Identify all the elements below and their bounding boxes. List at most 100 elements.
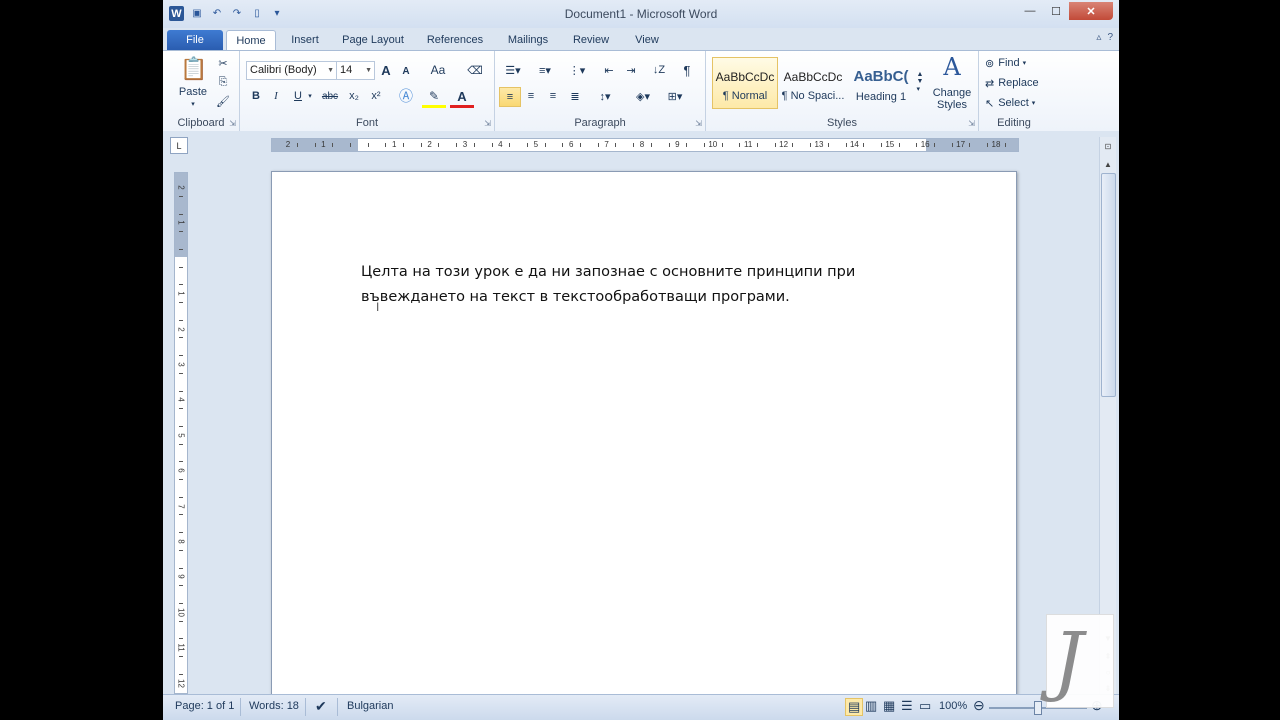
- ruler-number: 2: [285, 140, 291, 149]
- numbering-icon[interactable]: ≡▾: [531, 61, 559, 79]
- subscript-button[interactable]: x₂: [344, 87, 364, 105]
- document-page[interactable]: Целта на този урок е да ни запознае с ос…: [271, 171, 1017, 713]
- ruler-tick: [951, 143, 953, 147]
- tab-selector-icon[interactable]: L: [170, 137, 188, 154]
- strikethrough-button[interactable]: abc: [318, 87, 342, 105]
- styles-scroll-icon[interactable]: ▲ ▼ ▾: [914, 57, 926, 107]
- status-bar: Page: 1 of 1 Words: 18 ✔ Bulgarian ▤ ▥ ▦…: [163, 694, 1119, 720]
- clipboard-launcher-icon[interactable]: ⇲: [229, 119, 236, 128]
- tab-home[interactable]: Home: [226, 30, 276, 51]
- outline-icon[interactable]: ☰: [901, 698, 913, 714]
- tab-review[interactable]: Review: [565, 30, 617, 50]
- style-name: ¶ Normal: [722, 90, 768, 102]
- clear-formatting-icon[interactable]: ⌫: [466, 61, 484, 79]
- ribbon-home: 📋 Paste ▾ ✂ ⎘ 🖌 Clipboard ⇲ Calibri (Bod…: [163, 50, 1119, 132]
- tab-file[interactable]: File: [167, 30, 223, 50]
- vertical-ruler[interactable]: 2 1 1 2 3 4 5 6 7 8 9 10 11 12: [174, 172, 188, 694]
- scroll-up-icon[interactable]: ▲: [1101, 157, 1115, 171]
- shading-icon[interactable]: ◈▾: [629, 87, 657, 105]
- grow-font-button[interactable]: A: [378, 61, 394, 79]
- vruler-tick: [179, 337, 183, 339]
- minimize-ribbon-icon[interactable]: ▵: [1096, 32, 1101, 43]
- decrease-indent-icon[interactable]: ⇤: [599, 61, 619, 79]
- font-family-select[interactable]: Calibri (Body) ▼: [246, 61, 337, 80]
- word-count[interactable]: Words: 18: [249, 700, 299, 712]
- sort-icon[interactable]: ↓Z: [649, 61, 669, 79]
- underline-button[interactable]: U: [290, 87, 306, 105]
- paste-button[interactable]: Paste: [173, 85, 213, 99]
- font-color-button[interactable]: A: [450, 87, 474, 108]
- web-layout-icon[interactable]: ▦: [883, 698, 895, 714]
- superscript-button[interactable]: x²: [366, 87, 386, 105]
- highlight-icon[interactable]: ✎: [422, 87, 446, 108]
- underline-dropdown-icon[interactable]: ▾: [306, 89, 314, 103]
- show-formatting-button[interactable]: ¶: [677, 61, 697, 79]
- minimize-button[interactable]: —: [1017, 2, 1043, 20]
- zoom-slider-knob[interactable]: [1034, 701, 1042, 715]
- vertical-scrollbar[interactable]: ⊡ ▲ ▼ ⇞ ○ ⇟: [1099, 137, 1116, 694]
- paste-dropdown-icon[interactable]: ▾: [187, 99, 199, 109]
- line-spacing-icon[interactable]: ↕▾: [591, 87, 619, 105]
- align-left-icon[interactable]: ≡: [499, 87, 521, 107]
- vruler-tick: [179, 656, 183, 658]
- change-styles-label-1[interactable]: Change: [928, 87, 976, 99]
- vruler-tick: [179, 443, 183, 445]
- help-icon[interactable]: ?: [1107, 32, 1113, 43]
- ruler-tick: [792, 143, 794, 147]
- vruler-tick: [179, 231, 183, 233]
- print-layout-icon[interactable]: ▤: [845, 698, 864, 716]
- style-no-spacing[interactable]: AaBbCcDc ¶ No Spaci...: [780, 57, 846, 109]
- vruler-tick: [179, 496, 183, 498]
- change-styles-label-2[interactable]: Styles: [928, 99, 976, 111]
- change-styles-icon[interactable]: A: [930, 53, 974, 81]
- proofing-icon[interactable]: ✔: [315, 698, 327, 715]
- document-body[interactable]: Целта на този урок е да ни запознае с ос…: [361, 260, 881, 310]
- tab-insert[interactable]: Insert: [280, 30, 330, 50]
- font-size-select[interactable]: 14 ▼: [336, 61, 375, 80]
- tab-mailings[interactable]: Mailings: [499, 30, 557, 50]
- tab-references[interactable]: References: [419, 30, 491, 50]
- style-sample: AaBbC(: [853, 68, 909, 85]
- change-case-button[interactable]: Aa: [426, 61, 450, 79]
- zoom-out-icon[interactable]: ⊖: [973, 697, 985, 714]
- language-indicator[interactable]: Bulgarian: [347, 700, 393, 712]
- styles-launcher-icon[interactable]: ⇲: [968, 119, 975, 128]
- tab-view[interactable]: View: [625, 30, 669, 50]
- shrink-font-button[interactable]: A: [398, 63, 414, 79]
- select-button[interactable]: ↖ Select ▾: [985, 95, 1049, 111]
- tab-page-layout[interactable]: Page Layout: [335, 30, 411, 50]
- style-normal[interactable]: AaBbCcDc ¶ Normal: [712, 57, 778, 109]
- ruler-toggle-icon[interactable]: ⊡: [1101, 139, 1115, 153]
- format-painter-icon[interactable]: 🖌: [215, 93, 231, 109]
- paste-icon[interactable]: 📋: [177, 55, 211, 83]
- font-launcher-icon[interactable]: ⇲: [484, 119, 491, 128]
- replace-button[interactable]: ⇄ Replace: [985, 75, 1049, 91]
- style-heading-1[interactable]: AaBbC( Heading 1: [848, 57, 914, 109]
- bold-button[interactable]: B: [248, 87, 264, 105]
- zoom-level[interactable]: 100%: [939, 700, 967, 712]
- group-clipboard: 📋 Paste ▾ ✂ ⎘ 🖌 Clipboard ⇲: [163, 51, 240, 131]
- increase-indent-icon[interactable]: ⇥: [621, 61, 641, 79]
- italic-button[interactable]: I: [268, 87, 284, 105]
- maximize-button[interactable]: ☐: [1043, 2, 1069, 20]
- page-count[interactable]: Page: 1 of 1: [175, 700, 234, 712]
- borders-icon[interactable]: ⊞▾: [661, 87, 689, 105]
- find-button[interactable]: ⊚ Find ▾: [985, 55, 1045, 71]
- paragraph-launcher-icon[interactable]: ⇲: [695, 119, 702, 128]
- bullets-icon[interactable]: ☰▾: [499, 61, 527, 79]
- text-effects-icon[interactable]: Ⓐ: [394, 87, 418, 105]
- draft-icon[interactable]: ▭: [919, 698, 931, 714]
- copy-icon[interactable]: ⎘: [215, 74, 231, 90]
- vruler-tick: [179, 585, 183, 587]
- full-screen-reading-icon[interactable]: ▥: [865, 698, 877, 714]
- scrollbar-thumb[interactable]: [1101, 173, 1116, 397]
- multilevel-list-icon[interactable]: ⋮▾: [563, 61, 591, 79]
- align-right-icon[interactable]: ≡: [543, 87, 563, 105]
- horizontal-ruler[interactable]: 2 1 1 2 3 4 5 6 7 8 9 10 11 12 13 14 15 16 17 18: [271, 138, 1019, 152]
- justify-icon[interactable]: ≣: [565, 87, 585, 105]
- cut-icon[interactable]: ✂: [215, 55, 231, 71]
- close-button[interactable]: ✕: [1069, 2, 1113, 20]
- align-center-icon[interactable]: ≡: [521, 87, 541, 105]
- chevron-down-icon: ▼: [365, 67, 372, 74]
- vruler-number: 5: [176, 433, 186, 438]
